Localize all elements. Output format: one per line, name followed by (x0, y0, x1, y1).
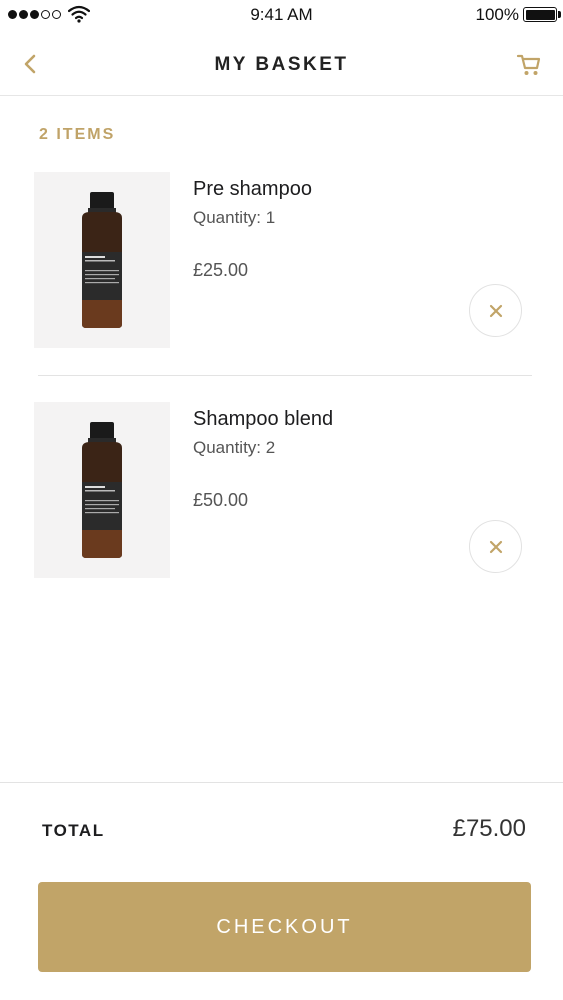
item-name: Pre shampoo (193, 178, 312, 200)
footer-divider (0, 782, 563, 783)
basket-item: Pre shampoo Quantity: 1 £25.00 (0, 172, 563, 352)
remove-item-button[interactable] (469, 520, 522, 573)
item-quantity: Quantity: 2 (193, 438, 276, 457)
nav-bar: MY BASKET (0, 30, 563, 96)
item-quantity: Quantity: 1 (193, 208, 276, 227)
basket-item: Shampoo blend Quantity: 2 £50.00 (0, 402, 563, 582)
item-name: Shampoo blend (193, 408, 334, 430)
item-divider (38, 375, 532, 376)
close-icon (489, 304, 502, 317)
battery-icon (523, 7, 557, 22)
items-count: 2 ITEMS (39, 126, 116, 143)
close-icon (489, 540, 502, 553)
item-price: £50.00 (193, 490, 249, 510)
remove-item-button[interactable] (469, 284, 522, 337)
total-value: £75.00 (452, 815, 526, 842)
product-image (34, 172, 170, 348)
cart-icon[interactable] (515, 50, 543, 78)
item-price: £25.00 (193, 260, 249, 280)
page-title: MY BASKET (214, 54, 349, 75)
battery-cap (558, 11, 561, 18)
status-bar: 9:41 AM 100% (0, 0, 563, 30)
battery-percent: 100% (475, 5, 519, 24)
total-label: TOTAL (42, 821, 105, 840)
checkout-button[interactable]: CHECKOUT (38, 882, 531, 972)
product-image (34, 402, 170, 578)
